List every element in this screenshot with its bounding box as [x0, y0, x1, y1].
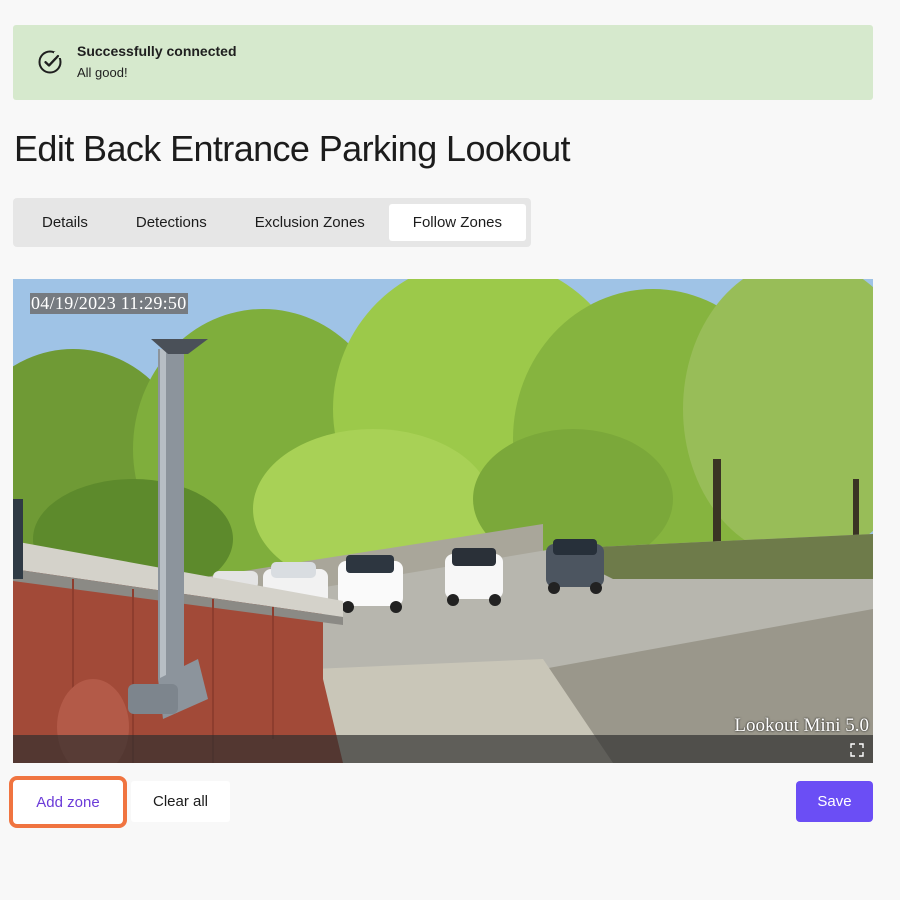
- alert-message: All good!: [77, 65, 128, 80]
- check-circle-icon: [38, 50, 62, 74]
- tab-exclusion-zones[interactable]: Exclusion Zones: [231, 204, 389, 241]
- clear-all-button[interactable]: Clear all: [131, 781, 230, 822]
- save-button[interactable]: Save: [796, 781, 873, 822]
- tab-details[interactable]: Details: [18, 204, 112, 241]
- tab-detections[interactable]: Detections: [112, 204, 231, 241]
- add-zone-button[interactable]: Add zone: [9, 776, 127, 828]
- camera-timestamp: 04/19/2023 11:29:50: [30, 293, 188, 314]
- camera-snapshot: [13, 279, 873, 763]
- camera-model-label: Lookout Mini 5.0: [734, 715, 869, 736]
- camera-control-bar: [13, 735, 873, 763]
- tab-follow-zones[interactable]: Follow Zones: [388, 204, 526, 241]
- tab-bar: Details Detections Exclusion Zones Follo…: [13, 198, 531, 247]
- camera-view[interactable]: 04/19/2023 11:29:50 Lookout Mini 5.0: [13, 279, 873, 763]
- success-alert: Successfully connected All good!: [13, 25, 873, 100]
- alert-title: Successfully connected: [77, 43, 237, 59]
- fullscreen-icon[interactable]: [850, 743, 864, 757]
- page-title: Edit Back Entrance Parking Lookout: [14, 128, 571, 169]
